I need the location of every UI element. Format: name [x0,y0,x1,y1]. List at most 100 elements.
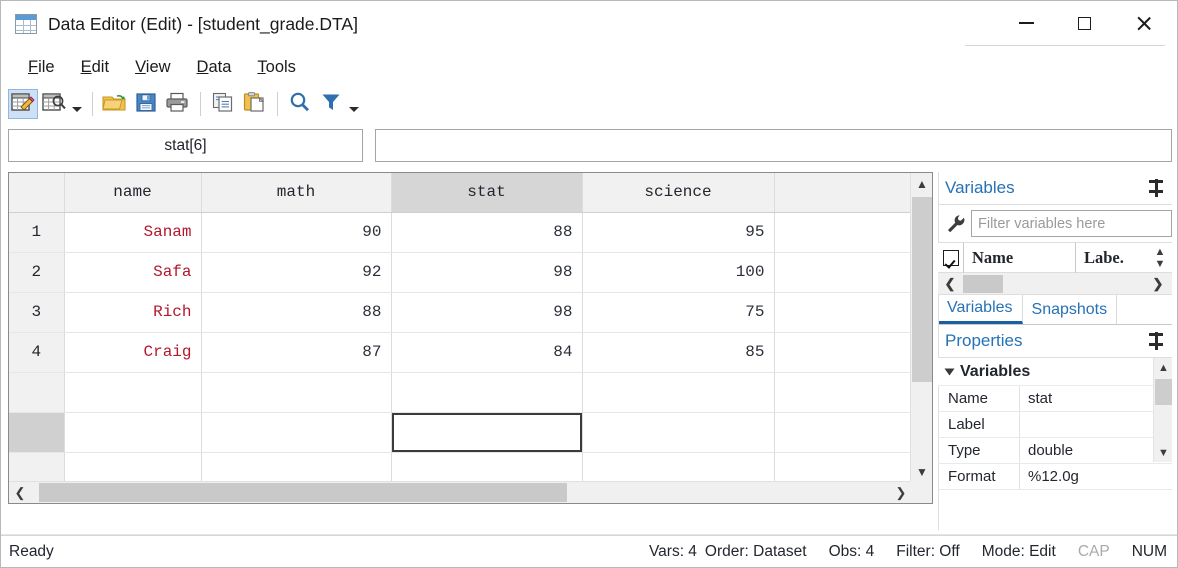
cell-stat[interactable]: 84 [391,332,583,373]
table-row[interactable]: 2 Safa 92 98 100 [9,252,912,293]
column-header-math[interactable]: math [201,173,392,213]
cell-name[interactable] [64,412,202,453]
cell-math[interactable] [201,372,392,413]
property-value[interactable] [1020,412,1172,437]
cell-science[interactable] [582,452,775,483]
cell-stat[interactable] [391,452,583,483]
select-all-variables-checkbox[interactable] [938,242,964,273]
cell-reference-box[interactable]: stat[6] [8,129,363,162]
chevron-up-icon[interactable]: ▲ [911,173,932,195]
cell-math[interactable]: 90 [201,212,392,253]
table-row[interactable]: 3 Rich 88 98 75 [9,292,912,333]
chevron-down-icon[interactable]: ▼ [911,461,932,483]
chevron-right-icon[interactable]: ❯ [1148,273,1168,294]
tab-variables[interactable]: Variables [938,295,1023,324]
property-row-name[interactable]: Name stat [938,386,1172,412]
property-value[interactable]: %12.0g [1020,464,1172,489]
cell-value-input[interactable] [375,129,1172,162]
cell-name[interactable]: Craig [64,332,202,373]
print-button[interactable] [162,89,192,119]
cell-blank[interactable] [774,372,912,413]
scrollbar-thumb-variables[interactable] [963,275,1003,293]
cell-blank[interactable] [774,212,912,253]
menu-view[interactable]: View [122,55,183,80]
menu-tools[interactable]: Tools [244,55,309,80]
chevron-right-icon[interactable]: ❯ [890,482,912,503]
grid-corner-header[interactable] [9,173,65,213]
chevron-left-icon[interactable]: ❮ [9,482,31,503]
copy-button[interactable] [208,89,238,119]
row-header[interactable] [9,372,65,413]
grid-vertical-scrollbar[interactable]: ▲ ▼ [910,173,932,483]
cell-blank[interactable] [774,452,912,483]
close-button[interactable] [1121,1,1167,45]
row-header-selected[interactable] [9,412,65,453]
scrollbar-thumb-horizontal[interactable] [39,483,567,502]
cell-science[interactable]: 100 [582,252,775,293]
scrollbar-thumb-vertical[interactable] [912,197,932,382]
column-header-name[interactable]: name [64,173,202,213]
row-header[interactable]: 2 [9,252,65,293]
cell-stat-selected[interactable] [391,412,583,453]
open-button[interactable] [100,89,130,119]
data-editor-edit-button[interactable] [8,89,38,119]
cell-name[interactable] [64,452,202,483]
table-row[interactable]: 4 Craig 87 84 85 [9,332,912,373]
column-header-stat[interactable]: stat [391,173,583,213]
cell-stat[interactable]: 98 [391,292,583,333]
data-grid[interactable]: name math stat science 1 Sanam 90 88 95 [9,173,912,483]
menu-file[interactable]: File [15,55,68,80]
cell-name[interactable]: Rich [64,292,202,333]
table-row[interactable] [9,372,912,413]
table-row[interactable]: 1 Sanam 90 88 95 [9,212,912,253]
cell-name[interactable]: Safa [64,252,202,293]
chevron-up-icon[interactable]: ▲ [1154,358,1173,377]
properties-group-variables[interactable]: Variables [938,358,1172,386]
property-row-type[interactable]: Type double [938,438,1172,464]
table-row[interactable] [9,412,912,453]
chevron-left-icon[interactable]: ❮ [940,273,960,294]
cell-math[interactable] [201,452,392,483]
save-button[interactable] [131,89,161,119]
property-row-label[interactable]: Label [938,412,1172,438]
pin-icon[interactable] [1149,332,1163,350]
row-header[interactable]: 1 [9,212,65,253]
wrench-icon[interactable] [945,213,967,235]
property-value[interactable]: double [1020,438,1172,463]
table-row[interactable] [9,452,912,483]
property-row-format[interactable]: Format %12.0g [938,464,1172,490]
properties-vertical-scrollbar[interactable]: ▲ ▼ [1153,358,1172,462]
cell-blank[interactable] [774,332,912,373]
chevron-down-icon[interactable]: ▼ [1154,443,1173,462]
cell-science[interactable]: 75 [582,292,775,333]
variables-column-name[interactable]: Name [964,242,1076,273]
column-header-blank[interactable] [774,173,912,213]
cell-math[interactable]: 88 [201,292,392,333]
paste-button[interactable] [239,89,269,119]
row-header[interactable] [9,452,65,483]
cell-blank[interactable] [774,292,912,333]
column-header-science[interactable]: science [582,173,775,213]
variables-column-label[interactable]: Labe. [1076,243,1140,273]
menu-data[interactable]: Data [184,55,245,80]
cell-math[interactable] [201,412,392,453]
filter-dropdown-caret-button[interactable] [347,91,360,117]
cell-blank[interactable] [774,412,912,453]
grid-horizontal-scrollbar[interactable]: ❮ ❯ [9,481,912,503]
cell-name[interactable]: Sanam [64,212,202,253]
spinner-updown-icon[interactable]: ▲ ▼ [1150,244,1170,272]
filter-button[interactable] [316,89,346,119]
scrollbar-thumb-properties[interactable] [1155,379,1172,405]
pin-icon[interactable] [1149,179,1163,197]
data-editor-browse-button[interactable] [39,89,69,119]
maximize-button[interactable] [1061,1,1107,45]
property-value[interactable]: stat [1020,386,1172,411]
cell-science[interactable] [582,372,775,413]
cell-name[interactable] [64,372,202,413]
cell-blank[interactable] [774,252,912,293]
tab-snapshots[interactable]: Snapshots [1023,295,1118,324]
minimize-button[interactable] [1003,1,1049,45]
cell-science[interactable]: 95 [582,212,775,253]
cell-science[interactable] [582,412,775,453]
filter-variables-input[interactable] [971,210,1172,237]
